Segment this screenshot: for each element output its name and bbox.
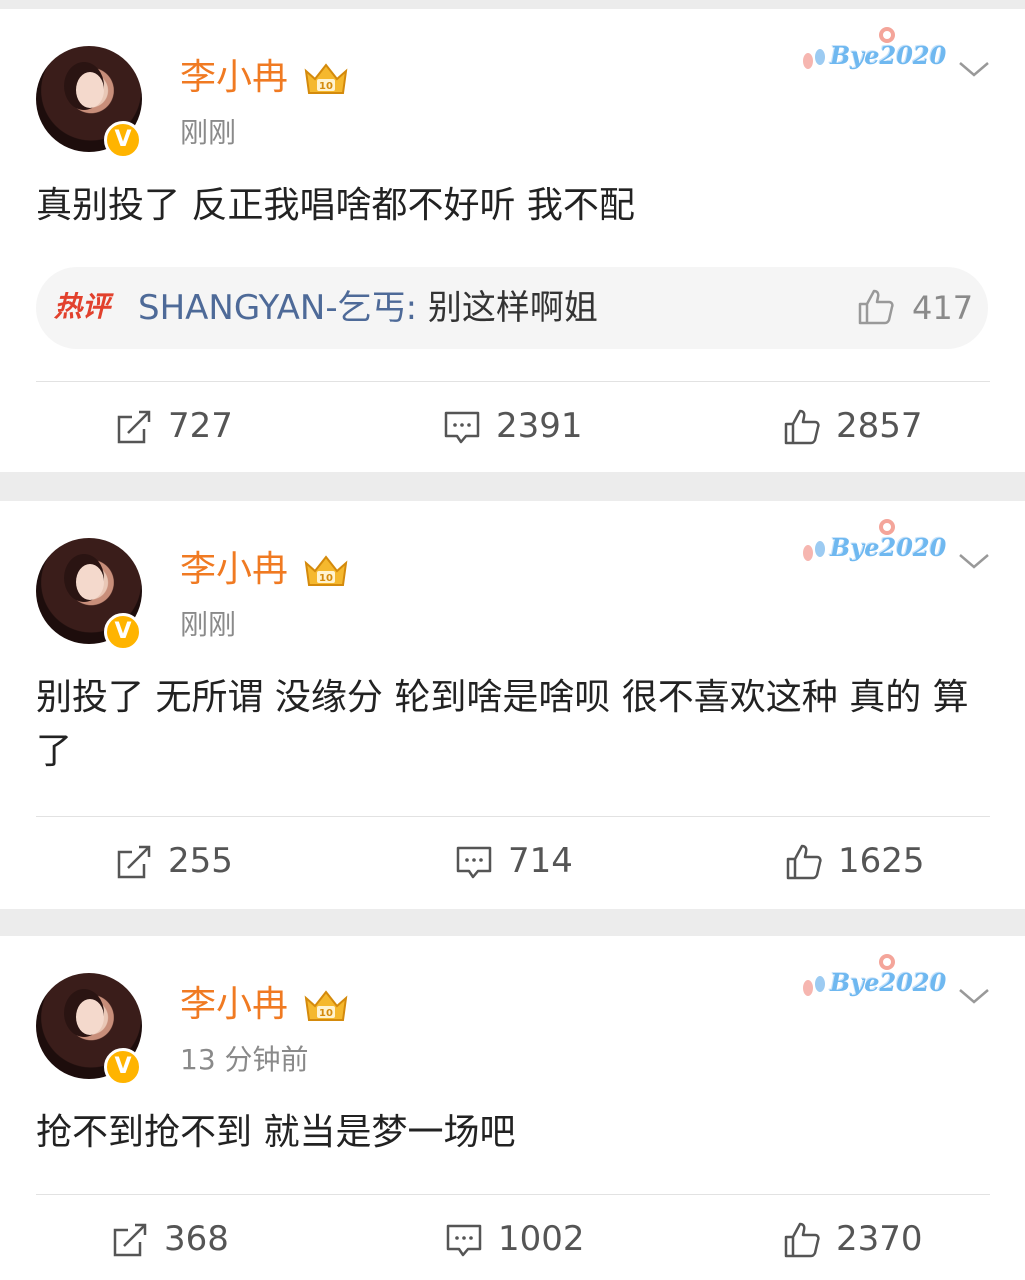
hot-comment-separator: : [405,288,428,328]
crown-badge-icon[interactable]: 10 [303,61,349,97]
weibo-post: V 李小冉 10 刚刚 Bye2020 真别投了 反正我唱啥都不好听 我不配 热… [0,9,1025,472]
thumbs-up-icon [784,409,820,445]
hot-comment[interactable]: 热评 SHANGYAN-乞丐: 别这样啊姐 417 [36,267,988,349]
post-timestamp: 刚刚 [180,116,237,149]
repost-icon [117,845,151,879]
avatar-face [76,564,104,600]
comment-count: 1002 [498,1219,585,1259]
thumbs-up-icon [784,1222,820,1258]
repost-count: 368 [164,1219,229,1259]
hot-comment-author[interactable]: SHANGYAN-乞丐 [138,288,406,328]
like-count: 1625 [838,841,925,881]
crown-badge-icon[interactable]: 10 [303,988,349,1024]
weibo-post: V 李小冉 10 刚刚 Bye2020 别投了 无所谓 没缘分 轮到啥是啥呗 很… [0,501,1025,909]
comment-count: 2391 [496,406,583,446]
post-text: 别投了 无所谓 没缘分 轮到啥是啥呗 很不喜欢这种 真的 算了 [36,677,969,772]
avatar-face [76,72,104,108]
bye2020-badge: Bye2020 [796,25,956,81]
divider [36,1194,990,1195]
crown-level: 10 [319,573,333,584]
footprint-icon [803,49,825,69]
comment-icon [456,846,492,879]
like-count: 2370 [836,1219,923,1259]
comment-count: 714 [508,841,573,881]
crown-level: 10 [319,81,333,92]
hot-comment-tag: 热评 [54,290,111,323]
bye2020-badge: Bye2020 [796,517,956,573]
like-count: 2857 [836,406,923,446]
username[interactable]: 李小冉 [180,54,288,102]
bye-text: Bye2020 [830,968,947,997]
verified-v-icon: V [104,121,142,159]
divider [36,816,990,817]
verified-v-icon: V [104,613,142,651]
crown-badge-icon[interactable]: 10 [303,553,349,589]
comment-icon [446,1224,482,1257]
thumbs-up-icon[interactable] [856,287,896,327]
post-timestamp: 13 分钟前 [180,1043,309,1076]
avatar-face [76,999,104,1035]
post-text: 抢不到抢不到 就当是梦一场吧 [36,1112,516,1153]
post-timestamp: 刚刚 [180,608,237,641]
comment-icon [444,411,480,444]
username[interactable]: 李小冉 [180,981,288,1029]
post-text: 真别投了 反正我唱啥都不好听 我不配 [36,185,635,226]
crown-level: 10 [319,1008,333,1019]
bye-text: Bye2020 [830,41,947,70]
chevron-down-icon[interactable] [957,58,991,80]
username[interactable]: 李小冉 [180,546,288,594]
repost-count: 255 [168,841,233,881]
repost-icon [113,1223,147,1257]
weibo-post: V 李小冉 10 13 分钟前 Bye2020 抢不到抢不到 就当是梦一场吧 3… [0,936,1025,1280]
hot-comment-body: SHANGYAN-乞丐: 别这样啊姐 [138,285,598,331]
footprint-icon [803,541,825,561]
repost-count: 727 [168,406,233,446]
divider [36,381,990,382]
chevron-down-icon[interactable] [957,985,991,1007]
hot-comment-likes: 417 [912,289,974,327]
footprint-icon [803,976,825,996]
verified-v-icon: V [104,1048,142,1086]
repost-icon [117,410,151,444]
chevron-down-icon[interactable] [957,550,991,572]
thumbs-up-icon [786,844,822,880]
bye-text: Bye2020 [830,533,947,562]
hot-comment-text: 别这样啊姐 [427,288,598,328]
bye2020-badge: Bye2020 [796,952,956,1008]
